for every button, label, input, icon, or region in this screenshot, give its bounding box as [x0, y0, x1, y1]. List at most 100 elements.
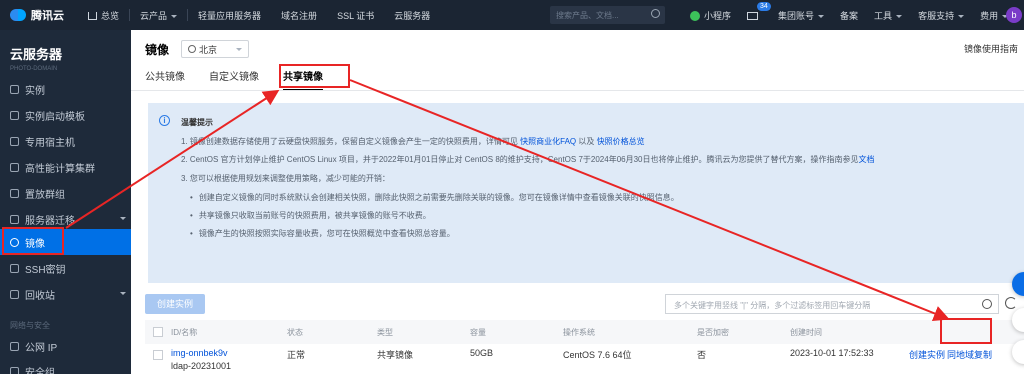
sidebar-item-launch-templates[interactable]: 实例启动模板 — [0, 102, 131, 128]
row-checkbox[interactable] — [153, 350, 163, 360]
nav-home[interactable]: 总览 — [78, 9, 129, 22]
sidebar-section-network: 网络与安全 — [10, 321, 50, 330]
mail-icon — [747, 11, 759, 20]
logo[interactable]: 腾讯云 — [0, 7, 78, 23]
info-icon: i — [159, 115, 170, 126]
search-icon[interactable] — [651, 9, 660, 18]
nav-cvm[interactable]: 云服务器 — [384, 9, 440, 22]
avatar[interactable]: b — [1006, 7, 1022, 23]
snapshot-faq-link[interactable]: 快照商业化FAQ — [520, 137, 576, 146]
mail[interactable] — [739, 10, 770, 20]
image-id-link[interactable]: img-onnbek9v — [171, 348, 228, 358]
notice-bullet: 共享镜像只收取当前账号的快照费用，被共享镜像的账号不收费。 — [190, 210, 431, 221]
nav-products[interactable]: 云产品 — [130, 9, 187, 22]
global-search-placeholder: 搜索产品、文档... — [556, 11, 619, 20]
chevron-down-icon — [171, 14, 178, 18]
cluster-icon — [10, 162, 19, 172]
page-title: 镜像 — [145, 42, 170, 57]
column-header: 状态 — [287, 327, 303, 337]
sidebar-item-public-ip[interactable]: 公网 IP — [0, 333, 131, 359]
annotation-box-copy — [940, 318, 992, 344]
column-header: ID/名称 — [171, 327, 198, 337]
sidebar-item-ssh-keys[interactable]: SSH密钥 — [0, 255, 131, 281]
mini-program-icon — [690, 11, 700, 22]
column-header: 类型 — [377, 327, 393, 337]
top-nav: 总览 云产品 轻量应用服务器 域名注册 SSL 证书 云服务器 — [78, 9, 440, 22]
search-icon[interactable] — [982, 299, 992, 309]
tools-menu[interactable]: 工具 — [866, 9, 910, 22]
tools-label: 工具 — [874, 10, 893, 21]
image-search-input[interactable]: 多个关键字用竖线 "|" 分隔，多个过滤标签用回车键分隔 — [665, 294, 999, 314]
support-menu[interactable]: 客服支持 — [910, 9, 972, 22]
notice-title: 温馨提示 — [181, 118, 213, 127]
snapshot-price-link[interactable]: 快照价格总览 — [597, 137, 645, 146]
sidebar-item-dedicated-hosts[interactable]: 专用宿主机 — [0, 128, 131, 154]
divider — [131, 90, 1024, 91]
nav-lighthouse[interactable]: 轻量应用服务器 — [188, 9, 271, 22]
tab-custom-images[interactable]: 自定义镜像 — [209, 68, 259, 91]
shield-icon — [10, 366, 19, 374]
notice-bullet: 镜像产生的快照按照实际容量收费，您可在快照概览中查看快照总容量。 — [190, 228, 455, 239]
nav-ssl[interactable]: SSL 证书 — [327, 9, 384, 22]
annotation-box-shared-tab — [279, 64, 350, 88]
template-icon — [10, 110, 19, 120]
key-icon — [10, 263, 19, 273]
mail-count-badge: 34 — [757, 2, 771, 11]
chevron-down-icon — [896, 14, 903, 18]
trash-icon — [10, 289, 19, 299]
sidebar-item-recycle-bin[interactable]: 回收站 — [0, 281, 131, 307]
globe-icon — [188, 44, 197, 53]
nav-products-label: 云产品 — [140, 10, 168, 21]
notice-bullet: 创建自定义镜像的同时系统默认会创建相关快照，删除此快照之前需要先删除关联的镜像。… — [190, 192, 679, 203]
sidebar-item-security-groups[interactable]: 安全组 — [0, 358, 131, 374]
region-label: 北京 — [199, 44, 218, 55]
nav-domain[interactable]: 域名注册 — [271, 9, 327, 22]
mini-program[interactable]: 小程序 — [682, 9, 739, 22]
ip-icon — [10, 341, 19, 351]
annotation-box-images — [2, 227, 64, 255]
create-instance-button[interactable]: 创建实例 — [145, 294, 205, 314]
image-capacity: 50GB — [470, 348, 494, 358]
sidebar-item-placement-groups[interactable]: 置放群组 — [0, 180, 131, 206]
migration-icon — [10, 214, 19, 224]
placement-icon — [10, 188, 19, 198]
table-header: ID/名称 状态 类型 容量 操作系统 是否加密 创建时间 — [145, 320, 1024, 344]
column-header: 创建时间 — [790, 327, 822, 337]
support-label: 客服支持 — [918, 10, 955, 21]
notice-line-2-text: 2. CentOS 官方计划停止维护 CentOS Linux 项目，并于202… — [181, 155, 859, 164]
image-created: 2023-10-01 17:52:33 — [790, 348, 874, 358]
sidebar-item-instances[interactable]: 实例 — [0, 76, 131, 102]
top-right-menu: 小程序 集团账号 备案 工具 客服支持 费用 — [682, 0, 1016, 30]
account-menu[interactable]: 集团账号 — [770, 9, 832, 22]
page-header: 镜像 北京 — [145, 40, 250, 58]
image-name: ldap-20231001 — [171, 361, 232, 371]
copy-same-region-link[interactable]: 同地域复制 — [947, 348, 992, 361]
image-status: 正常 — [287, 350, 306, 360]
sidebar-item-label: 置放群组 — [25, 189, 65, 201]
chevron-down-icon — [958, 14, 965, 18]
refresh-icon[interactable] — [1005, 297, 1017, 309]
chevron-down-icon — [236, 47, 243, 51]
sidebar-item-label: 实例启动模板 — [25, 111, 85, 123]
global-search-input[interactable]: 搜索产品、文档... — [550, 6, 665, 24]
nav-home-label: 总览 — [101, 10, 120, 21]
column-header: 操作系统 — [563, 327, 595, 337]
cloud-logo-icon — [10, 9, 26, 21]
tab-public-images[interactable]: 公共镜像 — [145, 68, 185, 91]
create-instance-link[interactable]: 创建实例 — [909, 348, 945, 361]
chevron-down-icon — [120, 217, 126, 220]
image-search-placeholder: 多个关键字用竖线 "|" 分隔，多个过滤标签用回车键分隔 — [674, 301, 871, 310]
notice-line-1-mid: 以及 — [578, 137, 595, 146]
instance-icon — [10, 84, 19, 94]
image-os: CentOS 7.6 64位 — [563, 350, 632, 360]
sidebar-item-label: 服务器迁移 — [25, 215, 75, 227]
sidebar-item-hpc[interactable]: 高性能计算集群 — [0, 154, 131, 180]
main-content: 镜像 北京 镜像使用指南 公共镜像 自定义镜像 共享镜像 i 温馨提示 1. 镜… — [131, 30, 1024, 374]
centos-doc-link[interactable]: 文档 — [859, 155, 875, 164]
select-all-checkbox[interactable] — [153, 327, 163, 337]
image-guide-link[interactable]: 镜像使用指南 — [964, 42, 1018, 55]
filing-link[interactable]: 备案 — [832, 9, 866, 22]
host-icon — [10, 136, 19, 146]
region-select[interactable]: 北京 — [181, 40, 250, 58]
top-bar: 腾讯云 总览 云产品 轻量应用服务器 域名注册 SSL 证书 云服务器 搜索产品… — [0, 0, 1024, 30]
